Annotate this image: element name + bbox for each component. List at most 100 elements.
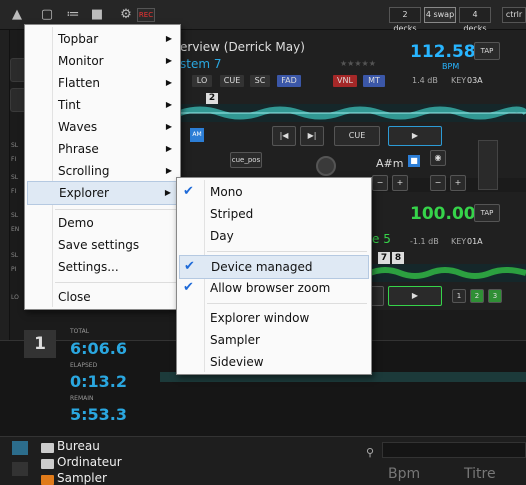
column-title[interactable]: Titre — [464, 466, 496, 482]
four-decks-button[interactable]: 4 decks — [459, 7, 491, 33]
menu-item-demo[interactable]: Demo — [25, 212, 180, 234]
menu-separator — [207, 251, 367, 252]
menu-item-mono[interactable]: ✔ Mono — [177, 181, 371, 203]
menu-item-label: Scrolling — [58, 164, 110, 178]
waveform-icon[interactable]: ≔ — [64, 6, 82, 24]
four-swap-button[interactable]: 4 swap — [424, 7, 456, 23]
pitch-minus-button[interactable]: − — [430, 175, 446, 191]
settings-menu: Topbar ▶ Monitor ▶ Flatten ▶ Tint ▶ Waves ▶ P… — [24, 24, 181, 310]
play-button[interactable]: ▶ — [388, 126, 442, 146]
pad-cue-pos[interactable]: cue_pos — [230, 152, 262, 168]
menu-item-day[interactable]: Day — [177, 225, 371, 247]
tree-item-ordinateur[interactable]: Ordinateur — [57, 455, 122, 469]
next-button[interactable]: ▶| — [300, 126, 324, 146]
remain-label: REMAIN — [70, 395, 94, 402]
menu-item-device-managed[interactable]: ✔ Device managed — [179, 255, 369, 279]
cue-button-deck2[interactable] — [370, 286, 384, 306]
cue-marker[interactable]: 2 — [206, 93, 218, 104]
gain-value: 1.4 dB — [412, 76, 438, 85]
menu-item-sampler[interactable]: Sampler — [177, 329, 371, 351]
key-minus-button[interactable]: − — [372, 175, 388, 191]
search-icon[interactable]: ⚲ — [366, 446, 374, 459]
computer-icon — [41, 459, 54, 469]
sync-button[interactable]: ◉ — [430, 150, 446, 166]
menu-item-label: Demo — [58, 216, 94, 230]
pad-2[interactable]: 2 — [470, 289, 484, 303]
tree-item-bureau[interactable]: Bureau — [57, 439, 100, 453]
left-label: SL — [11, 174, 19, 181]
prev-button[interactable]: |◀ — [272, 126, 296, 146]
two-decks-button[interactable]: 2 decks — [389, 7, 421, 33]
menu-item-settings[interactable]: Settings... — [25, 256, 180, 278]
pitch-knob[interactable] — [316, 156, 336, 176]
key-note: A#m — [376, 157, 404, 170]
tap-button-deck2[interactable]: TAP — [474, 204, 500, 222]
fx-fad[interactable]: FAD — [277, 75, 301, 87]
pad-3[interactable]: 3 — [488, 289, 502, 303]
menu-separator — [55, 209, 176, 210]
menu-item-monitor[interactable]: Monitor ▶ — [25, 50, 180, 72]
tap-button[interactable]: TAP — [474, 42, 500, 60]
menu-item-label: Phrase — [58, 142, 99, 156]
left-strip — [0, 30, 10, 340]
fx-sc[interactable]: SC — [250, 75, 270, 87]
menu-item-phrase[interactable]: Phrase ▶ — [25, 138, 180, 160]
pitch-slider[interactable] — [478, 140, 498, 190]
menu-item-label: Day — [210, 229, 234, 243]
rec-button[interactable]: REC — [137, 8, 155, 22]
menu-item-save-settings[interactable]: Save settings — [25, 234, 180, 256]
key-value-deck2: 01A — [467, 237, 483, 246]
tree-item-sampler[interactable]: Sampler — [57, 471, 107, 485]
explorer-submenu: ✔ Mono Striped Day ✔ Device managed ✔ Allow… — [176, 177, 372, 375]
key-plus-button[interactable]: + — [392, 175, 408, 191]
am-button[interactable]: AM — [190, 128, 204, 142]
submenu-arrow-icon: ▶ — [165, 100, 172, 109]
menu-item-waves[interactable]: Waves ▶ — [25, 116, 180, 138]
check-icon: ✔ — [183, 280, 194, 295]
lock-icon[interactable]: ■ — [408, 155, 420, 167]
gear-icon[interactable]: ⚙ — [117, 6, 135, 24]
controller-button[interactable]: ctrlr — [502, 7, 526, 23]
menu-item-close[interactable]: Close — [25, 286, 180, 308]
menu-separator — [55, 282, 176, 283]
left-label: FI — [11, 188, 17, 195]
browser-side-icon[interactable] — [12, 462, 28, 476]
menu-item-label: Waves — [58, 120, 98, 134]
menu-item-striped[interactable]: Striped — [177, 203, 371, 225]
menu-item-flatten[interactable]: Flatten ▶ — [25, 72, 180, 94]
pitch-plus-button[interactable]: + — [450, 175, 466, 191]
submenu-arrow-icon: ▶ — [165, 34, 172, 43]
check-icon: ✔ — [183, 184, 194, 199]
play-button-deck2[interactable]: ▶ — [388, 286, 442, 306]
fx-mt[interactable]: MT — [363, 75, 385, 87]
cue-marker-deck2[interactable]: 8 — [392, 252, 404, 264]
browser-view-icon[interactable] — [12, 441, 28, 455]
waveform-bottom[interactable] — [370, 264, 526, 282]
pad-1[interactable]: 1 — [452, 289, 466, 303]
total-label: TOTAL — [70, 328, 90, 335]
fx-vnl[interactable]: VNL — [333, 75, 357, 87]
waveform-top[interactable] — [180, 104, 526, 122]
menu-item-allow-browser-zoom[interactable]: ✔ Allow browser zoom — [177, 277, 371, 299]
fx-cue[interactable]: CUE — [220, 75, 244, 87]
cue-button[interactable]: CUE — [334, 126, 380, 146]
left-label: EN — [11, 226, 20, 233]
menu-item-label: Striped — [210, 207, 254, 221]
column-bpm[interactable]: Bpm — [388, 466, 420, 482]
elapsed-time: 0:13.2 — [70, 372, 128, 391]
menu-item-label: Mono — [210, 185, 243, 199]
bpm-display: 112.58 — [410, 42, 476, 62]
rating-stars[interactable]: ★★★★★ — [340, 59, 376, 68]
menu-item-explorer-window[interactable]: Explorer window — [177, 307, 371, 329]
menu-item-sideview[interactable]: Sideview — [177, 351, 371, 373]
cube-icon[interactable]: ■ — [88, 6, 106, 24]
menu-item-explorer[interactable]: Explorer ▶ — [27, 181, 178, 205]
window-icon[interactable]: ▢ — [38, 6, 56, 24]
cue-marker-deck2[interactable]: 7 — [378, 252, 390, 264]
mixer-icon[interactable]: ▲ — [8, 6, 26, 24]
menu-item-scrolling[interactable]: Scrolling ▶ — [25, 160, 180, 182]
fx-lo[interactable]: LO — [192, 75, 212, 87]
search-input[interactable] — [382, 442, 526, 458]
menu-item-tint[interactable]: Tint ▶ — [25, 94, 180, 116]
menu-item-topbar[interactable]: Topbar ▶ — [25, 28, 180, 50]
